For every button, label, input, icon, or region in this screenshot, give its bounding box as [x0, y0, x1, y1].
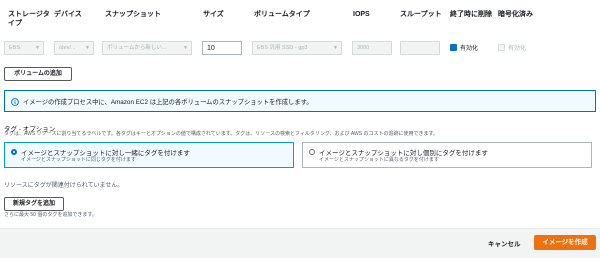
caret-down-icon: ▼: [35, 45, 40, 51]
tags-description: タグは、AWS リソースに割り当てるラベルです。各タグはキーとオプションの値で構…: [4, 131, 438, 137]
throughput-input[interactable]: [400, 41, 440, 55]
delete-on-termination-checkbox[interactable]: [450, 44, 457, 56]
header-snapshot: スナップショット: [105, 11, 161, 18]
snapshot-select[interactable]: ボリュームから新しい... ▼: [102, 41, 192, 55]
header-size: サイズ: [203, 11, 224, 18]
tag-option-separate-desc: イメージとスナップショットに異なるタグを付けます: [319, 157, 439, 163]
delete-on-termination-label: 有効化: [460, 46, 479, 52]
header-storage-type: ストレージタ イプ: [8, 11, 50, 27]
radio-unselected-icon: [309, 149, 315, 155]
iops-input[interactable]: 3000: [352, 41, 392, 55]
header-volume-type: ボリュームタイプ: [254, 11, 310, 18]
encrypted-checkbox[interactable]: [498, 44, 505, 51]
size-input[interactable]: 10: [202, 41, 242, 55]
cancel-button[interactable]: キャンセル: [488, 238, 521, 248]
header-delete-on-termination: 終了時に削除: [450, 11, 492, 18]
header-throughput: スループット: [400, 11, 442, 18]
storage-type-select[interactable]: EBS ▼: [4, 41, 44, 55]
tag-option-separate[interactable]: イメージとスナップショットに対し個別にタグを付けます イメージとスナップショット…: [302, 142, 592, 168]
tags-empty-text: リソースにタグが関連付けられていません。: [4, 183, 124, 189]
info-alert: イメージの作成プロセス中に、Amazon EC2 は上記の各ボリュームのスナップ…: [4, 90, 596, 112]
storage-type-value: EBS: [9, 45, 21, 51]
header-encrypted: 暗号化済み: [498, 11, 533, 18]
encrypted-label: 有効化: [508, 46, 527, 52]
volume-type-value: EBS 汎用 SSD - gp3: [257, 45, 308, 51]
footer-bar: キャンセル イメージを作成: [0, 228, 600, 258]
tag-option-together-desc: イメージとスナップショットに同じタグを付けます: [21, 157, 136, 163]
device-value: /dev/...: [59, 45, 76, 51]
create-image-button[interactable]: イメージを作成: [534, 235, 596, 250]
snapshot-value: ボリュームから新しい...: [107, 45, 167, 51]
tag-option-together[interactable]: イメージとスナップショットに対し一緒にタグを付けます イメージとスナップショット…: [4, 142, 294, 168]
add-tag-button[interactable]: 新規タグを追加: [4, 197, 64, 211]
caret-down-icon: ▼: [183, 45, 188, 51]
add-volume-button[interactable]: ボリュームの追加: [4, 67, 72, 81]
device-select[interactable]: /dev/... ▼: [54, 41, 94, 55]
header-iops: IOPS: [353, 11, 370, 18]
caret-down-icon: ▼: [85, 45, 90, 51]
tags-limit-text: さらに最大 50 個のタグを追加できます。: [4, 212, 97, 218]
info-icon: [11, 98, 19, 106]
check-icon: [450, 51, 457, 56]
caret-down-icon: ▼: [333, 45, 338, 51]
info-message: イメージの作成プロセス中に、Amazon EC2 は上記の各ボリュームのスナップ…: [23, 99, 313, 106]
radio-selected-icon: [11, 149, 17, 155]
header-device: デバイス: [54, 11, 82, 18]
volume-type-select[interactable]: EBS 汎用 SSD - gp3 ▼: [252, 41, 342, 55]
